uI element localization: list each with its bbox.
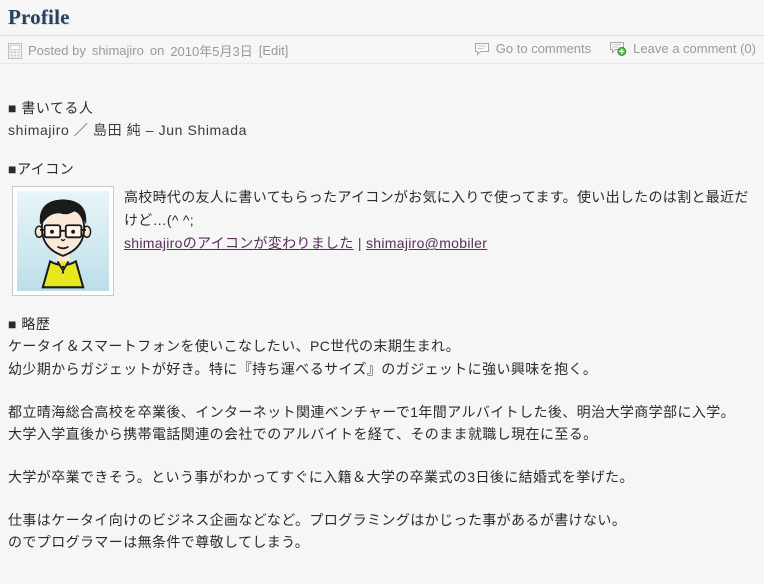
leave-comment-label: Leave a comment (0)	[633, 41, 756, 56]
go-to-comments-label: Go to comments	[495, 41, 592, 56]
bio-line: ケータイ＆スマートフォンを使いこなしたい、PC世代の末期生まれ。	[8, 338, 460, 355]
icon-section: 高校時代の友人に書いてもらったアイコンがお気に入りで使ってます。使い出したのは割…	[8, 184, 756, 300]
section-heading-icon: ■アイコン	[8, 161, 75, 178]
page-title: Profile	[8, 5, 70, 29]
blog-name-link[interactable]: shimajiro@mobiler	[366, 235, 487, 251]
post-meta-bar: Posted by shimajiro on 2010年5月3日 [Edit] …	[0, 36, 764, 64]
comment-bubble-plus-icon	[609, 41, 627, 56]
author-byline: shimajiro ／ 島田 純 – Jun Shimada	[8, 122, 247, 138]
profile-page: Profile Posted by shimajiro on 2010年5月3日	[0, 0, 764, 584]
section-heading-author: ■ 書いてる人	[8, 100, 94, 116]
edit-post-link[interactable]: [Edit]	[259, 43, 289, 58]
document-icon	[8, 42, 22, 59]
posted-by-label: Posted by	[28, 43, 86, 58]
post-content: ■ 書いてる人 shimajiro ／ 島田 純 – Jun Shimada ■…	[0, 64, 764, 554]
bio-line: 都立晴海総合高校を卒業後、インターネット関連ベンチャーで1年間アルバイトした後、…	[8, 403, 736, 420]
post-date: 2010年5月3日	[170, 44, 253, 59]
bio-line: 幼少期からガジェットが好き。特に『持ち運べるサイズ』のガジェットに強い興味を抱く…	[8, 361, 598, 378]
bio-line: のでプログラマーは無条件で尊敬してしまう。	[8, 534, 310, 551]
link-separator: |	[357, 235, 362, 252]
bio-line: 仕事はケータイ向けのビジネス企画などなど。プログラミングはかじった事があるが書け…	[8, 511, 627, 528]
icon-change-post-link[interactable]: shimajiroのアイコンが変わりました	[124, 235, 354, 251]
leave-comment-link[interactable]: Leave a comment (0)	[609, 41, 756, 56]
icon-source-link-line: shimajiroのアイコンが変わりました | shimajiro@mobile…	[8, 232, 756, 254]
go-to-comments-link[interactable]: Go to comments	[474, 41, 591, 56]
bio-line: 大学入学直後から携帯電話関連の会社でのアルバイトを経て、そのまま就職し現在に至る…	[8, 426, 598, 443]
posted-on-label: on	[149, 43, 165, 58]
icon-description: 高校時代の友人に書いてもらったアイコンがお気に入りで使ってます。使い出したのは割…	[8, 184, 756, 254]
avatar	[12, 186, 114, 297]
icon-description-line2: けど…(^ ^;	[124, 211, 194, 228]
post-author: shimajiro	[91, 43, 144, 58]
comment-bubble-icon	[474, 42, 490, 56]
avatar-cartoon-portrait	[17, 191, 109, 292]
post-meta-left: Posted by shimajiro on 2010年5月3日 [Edit]	[8, 41, 288, 60]
post-meta-right: Go to comments Leave a comment (0)	[474, 41, 756, 56]
bio-line: 大学が卒業できそう。という事がわかってすぐに入籍＆大学の卒業式の3日後に結婚式を…	[8, 469, 634, 486]
section-heading-bio: ■ 略歴	[8, 316, 51, 333]
icon-description-line1: 高校時代の友人に書いてもらったアイコンがお気に入りで使ってます。使い出したのは割…	[124, 189, 749, 206]
